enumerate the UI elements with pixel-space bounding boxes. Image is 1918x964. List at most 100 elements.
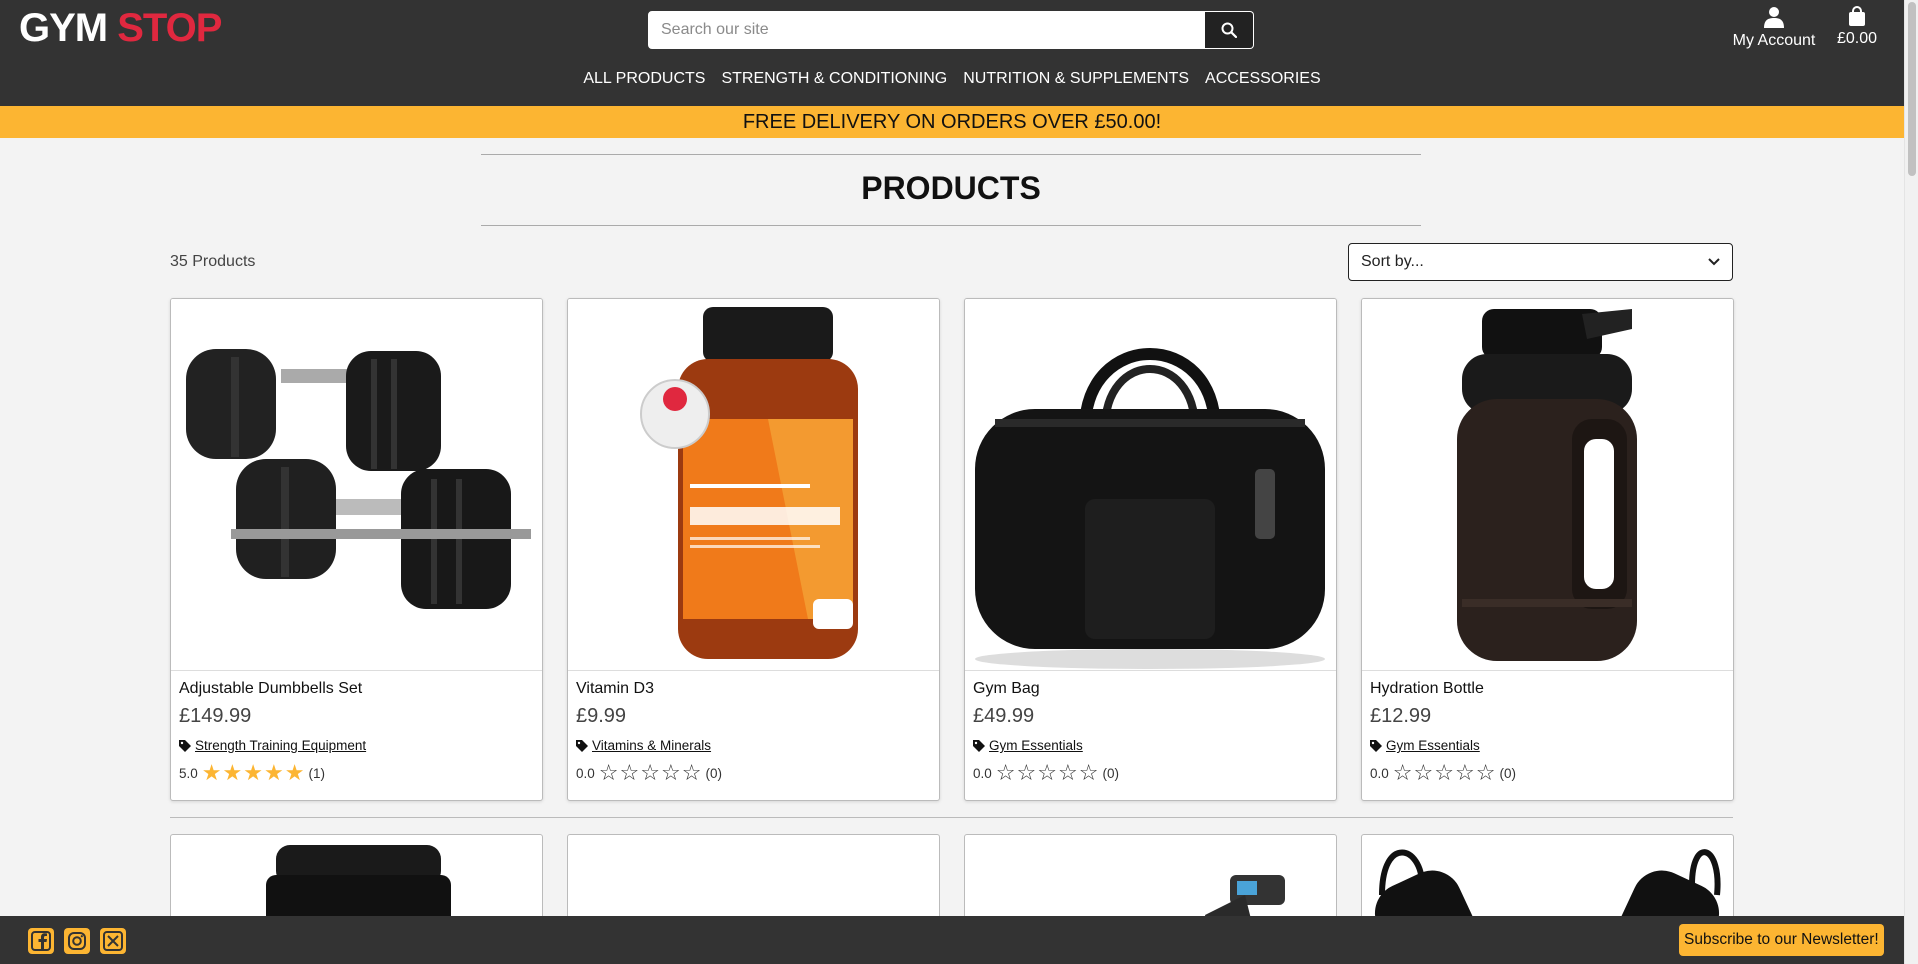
product-name[interactable]: Hydration Bottle: [1370, 680, 1484, 698]
star-empty-icon: ☆: [1434, 760, 1454, 785]
product-price: £49.99: [973, 705, 1035, 727]
duffel-bag-image: [975, 348, 1325, 669]
facebook-link[interactable]: [28, 928, 54, 954]
review-count: (0): [1102, 765, 1119, 781]
product-name[interactable]: Vitamin D3: [576, 680, 654, 698]
rating-value: 0.0: [576, 765, 595, 781]
nav-strength-conditioning[interactable]: STRENGTH & CONDITIONING: [721, 70, 947, 88]
page-title: PRODUCTS: [861, 170, 1041, 206]
star-empty-icon: ☆: [1037, 760, 1057, 785]
product-category-link[interactable]: Gym Essentials: [989, 738, 1083, 753]
search-form: [648, 11, 1254, 49]
star-empty-icon: ☆: [1454, 760, 1475, 785]
product-image[interactable]: [171, 299, 542, 671]
nav-all-products[interactable]: ALL PRODUCTS: [583, 70, 705, 88]
star-empty-icon: ☆: [1475, 760, 1496, 785]
star-rating: ★ ★ ★ ★ ★: [201, 760, 305, 785]
product-card[interactable]: Adjustable Dumbbells Set £149.99 Strengt…: [170, 298, 543, 801]
sort-select-label: Sort by...: [1361, 253, 1424, 270]
scrollbar-thumb[interactable]: [1908, 2, 1916, 176]
product-name[interactable]: Gym Bag: [973, 680, 1040, 698]
rating-value: 0.0: [973, 765, 992, 781]
facebook-icon: [31, 931, 51, 951]
product-category: Gym Essentials: [973, 738, 1083, 753]
title-divider-top: [481, 154, 1421, 155]
search-input[interactable]: [648, 11, 1205, 49]
x-link[interactable]: [100, 928, 126, 954]
page-scrollbar[interactable]: [1904, 0, 1918, 964]
site-header: GYM STOP My Account £0.00 ALL PRODUCTS S…: [0, 0, 1904, 106]
star-filled-icon: ★: [243, 760, 263, 785]
tag-icon: [973, 739, 985, 752]
user-icon: [1764, 7, 1784, 28]
review-count: (1): [308, 765, 325, 781]
product-image[interactable]: [965, 299, 1336, 671]
product-price: £149.99: [179, 705, 252, 727]
nav-nutrition-supplements[interactable]: NUTRITION & SUPPLEMENTS: [963, 70, 1189, 88]
my-account-label: My Account: [1732, 32, 1816, 49]
product-rating: 0.0 ☆ ☆ ☆ ☆ ☆ (0): [1370, 760, 1516, 785]
product-category: Gym Essentials: [1370, 738, 1480, 753]
product-count: 35 Products: [170, 253, 256, 270]
star-empty-icon: ☆: [1078, 760, 1099, 785]
tag-icon: [1370, 739, 1382, 752]
nav-accessories[interactable]: ACCESSORIES: [1205, 70, 1321, 88]
star-rating: ☆ ☆ ☆ ☆ ☆: [598, 760, 702, 785]
instagram-icon: [68, 932, 86, 950]
star-rating: ☆ ☆ ☆ ☆ ☆: [1392, 760, 1496, 785]
product-category-link[interactable]: Gym Essentials: [1386, 738, 1480, 753]
delivery-banner: FREE DELIVERY ON ORDERS OVER £50.00!: [0, 106, 1904, 138]
star-empty-icon: ☆: [1016, 760, 1037, 785]
star-empty-icon: ☆: [995, 760, 1016, 785]
product-rating: 5.0 ★ ★ ★ ★ ★ (1): [179, 760, 325, 785]
dumbbells-image: [186, 349, 531, 609]
site-logo[interactable]: GYM STOP: [19, 6, 222, 51]
product-category-link[interactable]: Vitamins & Minerals: [592, 738, 711, 753]
product-category-link[interactable]: Strength Training Equipment: [195, 738, 366, 753]
product-category: Vitamins & Minerals: [576, 738, 711, 753]
cart-link[interactable]: £0.00: [1832, 6, 1882, 48]
star-filled-icon: ★: [263, 760, 284, 785]
product-price: £12.99: [1370, 705, 1432, 727]
review-count: (0): [705, 765, 722, 781]
cart-total: £0.00: [1836, 30, 1878, 47]
sort-select[interactable]: Sort by...: [1348, 243, 1733, 281]
product-image[interactable]: [1362, 299, 1733, 671]
star-rating: ☆ ☆ ☆ ☆ ☆: [995, 760, 1099, 785]
logo-gym: GYM: [19, 6, 108, 50]
rating-value: 0.0: [1370, 765, 1389, 781]
star-filled-icon: ★: [284, 760, 305, 785]
chevron-down-icon: [1708, 258, 1720, 266]
star-empty-icon: ☆: [640, 760, 660, 785]
product-card[interactable]: Gym Bag £49.99 Gym Essentials 0.0 ☆ ☆ ☆ ☆ ☆ …: [964, 298, 1337, 801]
search-icon: [1221, 22, 1237, 38]
newsletter-button[interactable]: Subscribe to our Newsletter!: [1679, 924, 1884, 956]
x-icon: [103, 931, 123, 951]
product-image[interactable]: [568, 299, 939, 671]
star-empty-icon: ☆: [660, 760, 681, 785]
star-empty-icon: ☆: [619, 760, 640, 785]
star-empty-icon: ☆: [1392, 760, 1413, 785]
product-card[interactable]: Vitamin D3 £9.99 Vitamins & Minerals 0.0…: [567, 298, 940, 801]
product-category: Strength Training Equipment: [179, 738, 366, 753]
star-empty-icon: ☆: [681, 760, 702, 785]
rating-value: 5.0: [179, 765, 198, 781]
product-rating: 0.0 ☆ ☆ ☆ ☆ ☆ (0): [973, 760, 1119, 785]
star-filled-icon: ★: [222, 760, 243, 785]
star-empty-icon: ☆: [598, 760, 619, 785]
product-card[interactable]: Hydration Bottle £12.99 Gym Essentials 0…: [1361, 298, 1734, 801]
product-name[interactable]: Adjustable Dumbbells Set: [179, 680, 362, 698]
search-button[interactable]: [1205, 11, 1254, 49]
review-count: (0): [1499, 765, 1516, 781]
tag-icon: [576, 739, 588, 752]
shopping-bag-icon: [1849, 6, 1865, 26]
star-filled-icon: ★: [201, 760, 222, 785]
tag-icon: [179, 739, 191, 752]
site-footer: Subscribe to our Newsletter!: [0, 916, 1904, 964]
vitamin-bottle-image: [640, 307, 858, 659]
my-account-link[interactable]: My Account: [1728, 6, 1820, 50]
star-empty-icon: ☆: [1413, 760, 1434, 785]
instagram-link[interactable]: [64, 928, 90, 954]
water-jug-image: [1457, 309, 1637, 661]
row-divider: [170, 817, 1733, 818]
